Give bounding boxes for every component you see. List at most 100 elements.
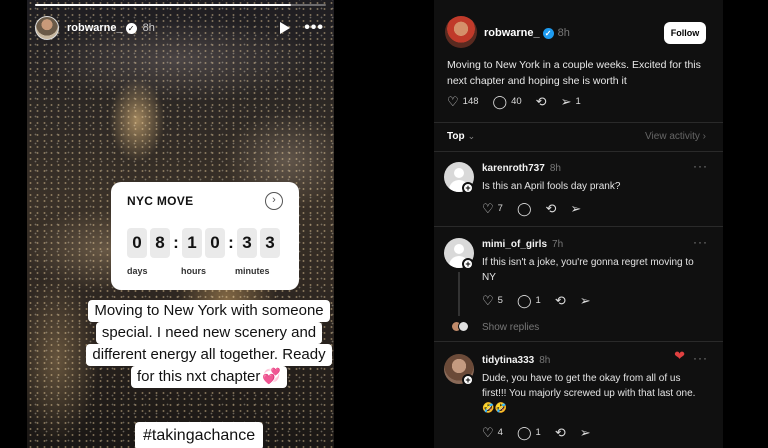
reply-username[interactable]: karenroth737	[482, 163, 545, 174]
countdown-unit-minutes: minutes	[235, 266, 270, 276]
repost-icon: ⟲	[554, 425, 566, 440]
share-icon: ➢	[560, 94, 572, 109]
countdown-title: NYC MOVE	[127, 194, 194, 208]
reply-actions: ♡ 7 ◯ ⟲ ➢	[482, 202, 581, 215]
reply-author[interactable]: tidytina333 8h	[482, 355, 550, 366]
story-caption: Moving to New York with someone special.…	[75, 300, 334, 388]
share-icon: ➢	[579, 293, 591, 308]
like-count: 148	[462, 96, 479, 107]
chevron-down-icon: ⌄	[467, 131, 476, 141]
comment-action[interactable]: ◯ 1	[517, 426, 541, 439]
share-action[interactable]: ➢	[570, 202, 581, 215]
like-action[interactable]: ♡ 7	[482, 202, 503, 215]
countdown-reminder-icon[interactable]: ›	[265, 192, 283, 210]
story-panel[interactable]: robwarne_ ✓ 8h ••• NYC MOVE › 0 8 : 1 0 …	[27, 0, 334, 448]
show-replies-link[interactable]: Show replies	[482, 322, 539, 333]
repost-action[interactable]: ⟲	[536, 95, 547, 108]
reply-text: If this isn't a joke, you're gonna regre…	[482, 257, 694, 283]
countdown-digit: 3	[237, 228, 257, 258]
countdown-sticker[interactable]: NYC MOVE › 0 8 : 1 0 : 3 3 days hours mi…	[111, 182, 299, 290]
reply-username[interactable]: mimi_of_girls	[482, 239, 547, 250]
caption-line: for this nxt chapter 💞	[130, 366, 288, 388]
comment-action[interactable]: ◯	[517, 202, 532, 215]
more-dots-icon[interactable]: •••	[304, 20, 324, 36]
post-stats: ♡ 148 ◯ 40 ⟲ ➢ 1	[447, 95, 581, 108]
reply-author[interactable]: mimi_of_girls 7h	[482, 239, 563, 250]
share-action[interactable]: ➢	[580, 426, 591, 439]
reply-avatars	[451, 321, 471, 333]
heart-reaction-icon: ❤	[674, 348, 685, 363]
countdown-unit-days: days	[127, 266, 148, 276]
more-options-icon[interactable]: ···	[693, 159, 708, 173]
countdown-digit: 0	[127, 228, 147, 258]
countdown-digit: 1	[182, 228, 202, 258]
share-action[interactable]: ➢	[580, 294, 591, 307]
reply-timestamp: 8h	[549, 163, 561, 174]
story-header: robwarne_ ✓ 8h •••	[35, 14, 324, 42]
heart-icon: ♡	[482, 425, 494, 440]
comment-count: 1	[535, 295, 541, 306]
like-action[interactable]: ♡ 5	[482, 294, 503, 307]
story-actions: •••	[280, 20, 324, 36]
avatar[interactable]	[445, 16, 477, 48]
reply-text: Is this an April fools day prank?	[482, 181, 621, 192]
like-count: 5	[497, 295, 503, 306]
repost-icon: ⟲	[554, 293, 566, 308]
follow-plus-icon[interactable]: +	[462, 182, 474, 194]
comment-icon: ◯	[516, 201, 532, 216]
reply-timestamp: 7h	[552, 239, 564, 250]
post-timestamp: 8h	[557, 27, 570, 39]
divider	[434, 341, 723, 342]
reply-author[interactable]: karenroth737 8h	[482, 163, 561, 174]
default-avatar-head	[454, 244, 464, 254]
follow-plus-icon[interactable]: +	[462, 374, 474, 386]
follow-button[interactable]: Follow	[664, 22, 706, 44]
reply-timestamp: 8h	[539, 355, 551, 366]
story-timestamp: 8h	[142, 22, 155, 34]
reply-text: Dude, you have to get the okay from all …	[482, 373, 696, 414]
countdown-digit: 8	[150, 228, 170, 258]
heart-icon: ♡	[482, 201, 494, 216]
post-author-username[interactable]: robwarne_	[484, 27, 540, 39]
comment-icon: ◯	[516, 425, 532, 440]
verified-badge-icon: ✓	[125, 22, 137, 34]
like-action[interactable]: ♡ 148	[447, 95, 479, 108]
repost-action[interactable]: ⟲	[555, 294, 566, 307]
hashtag-sticker[interactable]: #takingachance	[135, 422, 264, 448]
share-icon: ➢	[570, 201, 582, 216]
repost-action[interactable]: ⟲	[546, 202, 557, 215]
threads-panel: robwarne_ ✓ 8h Follow Moving to New York i…	[434, 0, 723, 448]
countdown-separator: :	[228, 233, 234, 252]
comment-action[interactable]: ◯ 40	[493, 95, 522, 108]
more-options-icon[interactable]: ···	[693, 235, 708, 249]
follow-plus-icon[interactable]: +	[462, 258, 474, 270]
countdown-digit: 3	[260, 228, 280, 258]
play-icon[interactable]	[280, 22, 291, 34]
share-count: 1	[575, 96, 581, 107]
reply-actions: ♡ 4 ◯ 1 ⟲ ➢	[482, 426, 591, 439]
divider	[434, 226, 723, 227]
sort-dropdown[interactable]: Top ⌄	[447, 131, 475, 142]
countdown-separator: :	[173, 233, 179, 252]
comment-count: 40	[511, 96, 522, 107]
comment-action[interactable]: ◯ 1	[517, 294, 541, 307]
heart-icon: ♡	[447, 94, 459, 109]
view-activity-link[interactable]: View activity ›	[645, 131, 706, 142]
avatar[interactable]	[35, 16, 59, 40]
story-progress-bar	[35, 4, 326, 6]
more-options-icon[interactable]: ···	[693, 351, 708, 365]
like-action[interactable]: ♡ 4	[482, 426, 503, 439]
story-username[interactable]: robwarne_	[67, 22, 123, 34]
comment-icon: ◯	[516, 293, 532, 308]
share-action[interactable]: ➢ 1	[561, 95, 581, 108]
reply-actions: ♡ 5 ◯ 1 ⟲ ➢	[482, 294, 591, 307]
repost-icon: ⟲	[535, 94, 547, 109]
repost-action[interactable]: ⟲	[555, 426, 566, 439]
caption-line-text: for this nxt chapter	[136, 368, 261, 385]
countdown-digit: 0	[205, 228, 225, 258]
story-progress-fill	[35, 4, 292, 6]
reply-username[interactable]: tidytina333	[482, 355, 534, 366]
post-author[interactable]: robwarne_ ✓ 8h	[484, 27, 570, 39]
comment-count: 1	[535, 427, 541, 438]
thread-connector-line	[458, 272, 460, 316]
